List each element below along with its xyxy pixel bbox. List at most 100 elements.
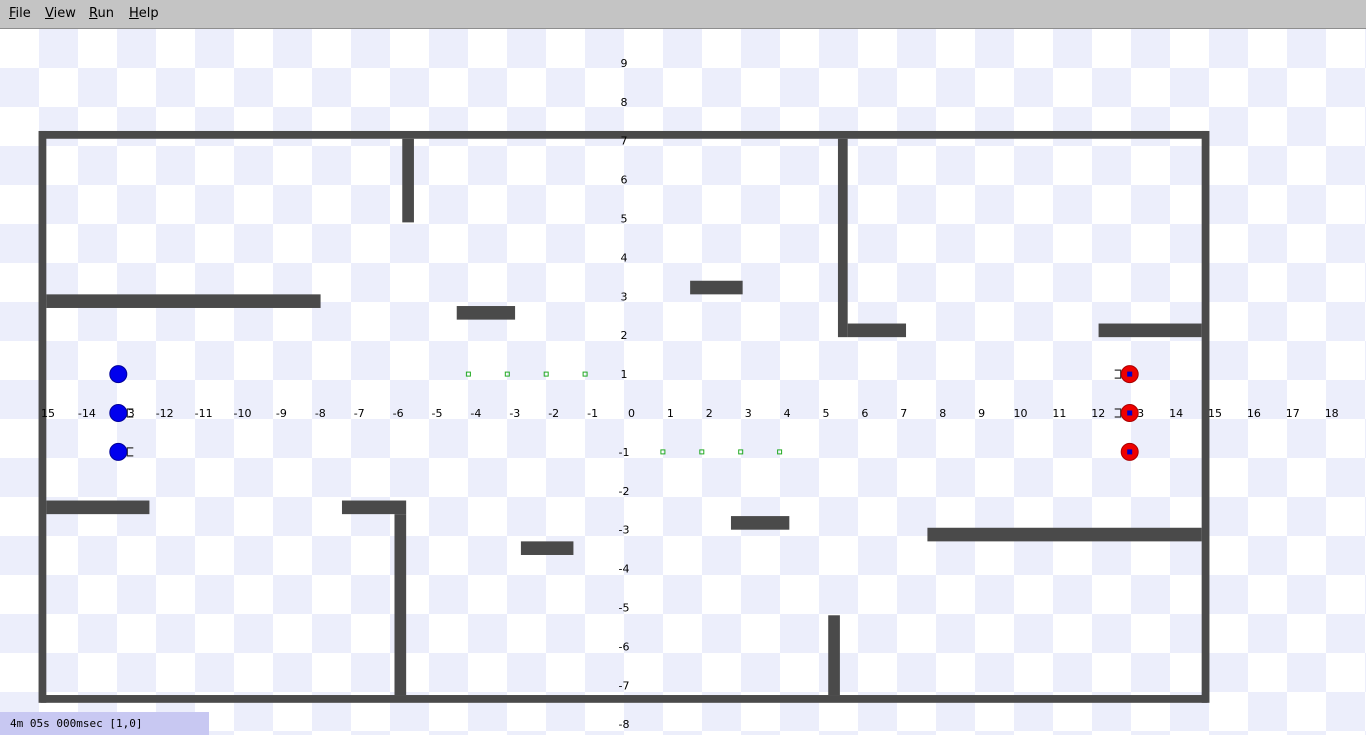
menu-run-label: un (97, 6, 114, 21)
menu-file[interactable]: File (9, 6, 31, 21)
red-robot-3[interactable] (1114, 365, 1139, 384)
x-axis-tick-label: -3 (509, 407, 520, 420)
menu-run[interactable]: Run (89, 6, 114, 21)
y-axis-tick-label: 1 (621, 368, 628, 381)
wall-obstacle-9 (456, 306, 516, 320)
red-robot-5[interactable] (1120, 442, 1139, 461)
y-axis-tick-label: 5 (621, 213, 628, 226)
robot-body (109, 442, 128, 461)
x-axis-tick-label: -4 (470, 407, 481, 420)
x-axis-tick-label: -6 (393, 407, 404, 420)
x-axis-tick-label: 2 (706, 407, 713, 420)
menu-help-mnemonic: H (129, 6, 139, 21)
menu-view-label: iew (53, 6, 76, 21)
waypoint-marker-4 (660, 449, 666, 455)
waypoint-marker-1 (504, 371, 510, 377)
x-axis-tick-label: -10 (234, 407, 252, 420)
waypoint-marker-2 (543, 371, 549, 377)
x-axis-tick-label: -11 (195, 407, 213, 420)
x-axis-tick-label: 5 (823, 407, 830, 420)
robot-kicker (126, 447, 134, 457)
x-axis-tick-label: -1 (587, 407, 598, 420)
y-axis-tick-label: 8 (621, 96, 628, 109)
blue-robot-0[interactable] (109, 365, 128, 384)
wall-obstacle-5 (837, 138, 848, 338)
simulation-canvas[interactable]: 15-14-13-12-11-10-9-8-7-6-5-4-3-2-101234… (0, 29, 1366, 735)
waypoint-marker-7 (777, 449, 783, 455)
x-axis-tick-label: 0 (628, 407, 635, 420)
x-axis-tick-label: 6 (861, 407, 868, 420)
wall-obstacle-14 (520, 541, 574, 555)
y-axis-tick-label: -7 (619, 679, 630, 692)
x-axis-tick-label: 15 (1208, 407, 1222, 420)
robot-kicker (1114, 408, 1122, 418)
y-axis-tick-label: 4 (621, 251, 628, 264)
robot-kicker (1114, 369, 1122, 379)
x-axis-tick-label: 15 (41, 407, 55, 420)
menu-help-label: elp (138, 6, 159, 21)
y-axis-tick-label: 3 (621, 290, 628, 303)
x-axis-tick-label: 16 (1247, 407, 1261, 420)
x-axis-tick-label: -9 (276, 407, 287, 420)
y-axis-tick-label: 7 (621, 135, 628, 148)
menu-help[interactable]: Help (129, 6, 159, 21)
x-axis-tick-label: -12 (156, 407, 174, 420)
x-axis-tick-label: 8 (939, 407, 946, 420)
x-axis-tick-label: 18 (1325, 407, 1339, 420)
waypoint-marker-5 (699, 449, 705, 455)
wall-obstacle-17 (828, 615, 840, 696)
axis-labels-layer: 15-14-13-12-11-10-9-8-7-6-5-4-3-2-101234… (41, 57, 1339, 731)
x-axis-tick-label: -7 (354, 407, 365, 420)
robot-center-marker (1127, 371, 1133, 377)
blue-robot-2[interactable] (109, 442, 134, 461)
y-axis-tick-label: -5 (619, 602, 630, 615)
status-bar: 4m 05s 000msec [1,0] (0, 712, 209, 735)
menu-bar: File View Run Help (0, 0, 1366, 29)
status-text: 4m 05s 000msec [1,0] (10, 717, 143, 730)
y-axis-tick-label: 6 (621, 174, 628, 187)
y-axis-tick-label: -3 (619, 524, 630, 537)
waypoint-marker-3 (582, 371, 588, 377)
wall-obstacle-13 (394, 514, 407, 696)
wall-obstacle-1 (40, 695, 1208, 703)
menu-view-mnemonic: V (45, 6, 54, 21)
x-axis-tick-label: -5 (432, 407, 443, 420)
wall-obstacle-4 (402, 138, 414, 223)
red-robot-4[interactable] (1114, 404, 1139, 422)
x-axis-tick-label: 7 (900, 407, 907, 420)
x-axis-tick-label: 1 (667, 407, 674, 420)
field-drawing: 15-14-13-12-11-10-9-8-7-6-5-4-3-2-101234… (38, 57, 1339, 731)
y-axis-tick-label: -6 (619, 640, 630, 653)
y-axis-tick-label: -1 (619, 446, 630, 459)
wall-obstacle-7 (1098, 323, 1202, 338)
x-axis-tick-label: 10 (1014, 407, 1028, 420)
robot-center-marker (1127, 449, 1133, 455)
x-axis-tick-label: 3 (745, 407, 752, 420)
y-axis-tick-label: 2 (621, 329, 628, 342)
x-axis-tick-label: 11 (1052, 407, 1066, 420)
robot-body (109, 404, 128, 422)
y-axis-tick-label: -4 (619, 563, 630, 576)
waypoint-marker-0 (465, 371, 471, 377)
x-axis-tick-label: -8 (315, 407, 326, 420)
robot-body (109, 365, 128, 384)
y-axis-tick-label: -2 (619, 485, 630, 498)
robot-center-marker (1127, 410, 1133, 416)
wall-obstacle-6 (847, 323, 907, 338)
x-axis-tick-label: 4 (784, 407, 791, 420)
wall-obstacle-12 (341, 500, 407, 515)
wall-obstacle-16 (927, 527, 1202, 542)
wall-obstacle-15 (730, 516, 790, 530)
x-axis-tick-label: -14 (78, 407, 96, 420)
x-axis-tick-label: 9 (978, 407, 985, 420)
wall-obstacle-11 (46, 500, 150, 515)
x-axis-tick-label: 17 (1286, 407, 1300, 420)
wall-obstacle-10 (690, 280, 743, 295)
x-axis-tick-label: 12 (1091, 407, 1105, 420)
y-axis-tick-label: 9 (621, 57, 628, 70)
y-axis-tick-label: -8 (619, 718, 630, 731)
x-axis-tick-label: -2 (548, 407, 559, 420)
x-axis-tick-label: 14 (1169, 407, 1183, 420)
wall-obstacle-8 (46, 294, 321, 308)
menu-view[interactable]: View (45, 6, 76, 21)
